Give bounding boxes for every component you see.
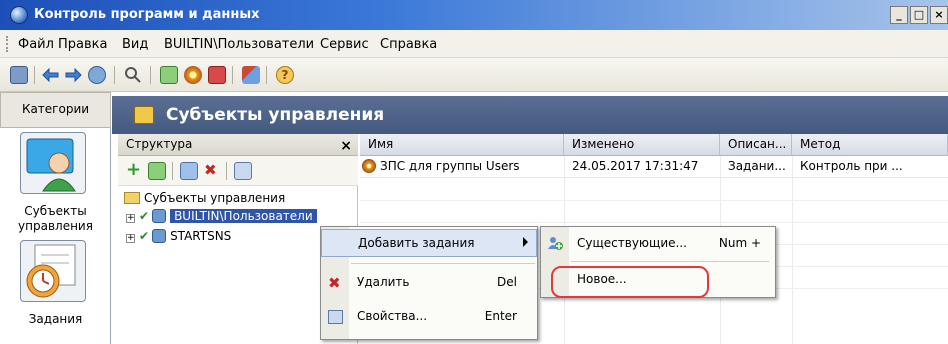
tree-node[interactable]: + ✔ BUILTIN\Пользователи (126, 208, 317, 226)
subjects-header-icon (134, 106, 154, 124)
menu-item-delete[interactable]: ✖ Удалить Del (321, 269, 537, 297)
expand-icon[interactable]: + (126, 214, 135, 223)
categories-panel: Категории Субъекты управления Задания (0, 92, 111, 344)
app-icon (10, 6, 28, 24)
toolbar-separator (150, 66, 151, 84)
submenu-item-label: Существующие... (577, 236, 687, 250)
toolbar-separator (114, 66, 115, 84)
menu-service[interactable]: Сервис (320, 37, 369, 52)
tree-root-label: Субъекты управления (144, 191, 286, 205)
close-icon[interactable]: × (340, 136, 352, 157)
section-header: Субъекты управления (112, 96, 948, 134)
tree-node-label: BUILTIN\Пользователи (170, 209, 317, 223)
save-icon[interactable] (10, 66, 28, 84)
properties-icon (328, 310, 343, 324)
menu-item-add-tasks[interactable]: Добавить задания (321, 229, 537, 257)
table-row[interactable]: ЗПС для группы Users 24.05.2017 17:31:47… (360, 156, 948, 178)
tree-node-label: STARTSNS (170, 229, 232, 243)
add-icon[interactable]: + (126, 161, 144, 180)
menu-item-label: Свойства... (357, 309, 428, 323)
cell-description: Задани... (728, 159, 786, 173)
toolbar-separator (172, 162, 173, 180)
group-icon (152, 209, 167, 223)
menu-separator (351, 263, 535, 264)
section-title: Субъекты управления (166, 105, 385, 125)
user-icon (152, 229, 167, 243)
window-controls: _ □ × (888, 6, 948, 24)
menu-item-shortcut: Enter (484, 309, 517, 323)
check-icon: ✔ (139, 209, 150, 223)
categories-tab[interactable]: Категории (0, 92, 111, 128)
menubar-grip (6, 36, 9, 52)
grid-header: Имя Изменено Описан... Метод (360, 134, 948, 156)
menu-item-shortcut: Del (497, 275, 517, 289)
task-gear-icon (362, 159, 376, 173)
tasks-clock-icon[interactable] (20, 240, 86, 302)
tools-icon[interactable] (242, 66, 260, 84)
toolbar: ? (0, 58, 948, 92)
cell-modified: 24.05.2017 17:31:47 (572, 159, 699, 173)
toolbar-separator (232, 66, 233, 84)
category-label-subjects[interactable]: Субъекты управления (0, 204, 111, 234)
grid-divider (360, 222, 948, 223)
column-header-modified[interactable]: Изменено (564, 134, 720, 156)
context-menu: Добавить задания ✖ Удалить Del Свойства.… (320, 226, 538, 340)
link-subject-icon[interactable] (180, 162, 198, 180)
check-icon: ✔ (139, 229, 150, 243)
column-header-name[interactable]: Имя (360, 134, 564, 156)
cell-name-text: ЗПС для группы Users (380, 159, 520, 173)
highlight-annotation (551, 266, 709, 298)
menu-item-label: Добавить задания (358, 236, 475, 250)
menu-edit[interactable]: Правка (58, 37, 107, 52)
toolbar-separator (266, 66, 267, 84)
menu-separator (571, 261, 769, 262)
menu-help[interactable]: Справка (380, 37, 437, 52)
delete-icon[interactable]: ✖ (204, 162, 222, 180)
menu-bar: Файл Правка Вид BUILTIN\Пользователи Сер… (0, 30, 948, 58)
report-icon[interactable] (208, 66, 226, 84)
submenu-item-shortcut: Num + (718, 236, 761, 250)
structure-header: Структура × (118, 134, 358, 156)
expand-icon[interactable]: + (126, 234, 135, 243)
maximize-button[interactable]: □ (910, 6, 928, 24)
structure-title: Структура (126, 137, 193, 151)
cell-name: ЗПС для группы Users (360, 156, 564, 178)
properties-icon[interactable] (234, 162, 252, 180)
submenu-arrow-icon (523, 237, 528, 247)
forward-arrow-icon[interactable] (64, 66, 82, 84)
close-button[interactable]: × (930, 6, 948, 24)
column-header-method[interactable]: Метод (792, 134, 948, 156)
menu-item-properties[interactable]: Свойства... Enter (321, 303, 537, 331)
user-subjects-icon[interactable] (20, 132, 86, 194)
existing-task-icon (547, 235, 563, 251)
delete-icon: ✖ (328, 274, 341, 292)
title-bar[interactable]: Контроль программ и данных _ □ × (0, 0, 948, 30)
grid-divider (360, 200, 948, 201)
help-icon[interactable]: ? (276, 66, 294, 84)
submenu-item-existing[interactable]: Существующие... Num + (541, 229, 775, 259)
folder-icon (124, 192, 140, 204)
add-subject-icon[interactable] (148, 162, 166, 180)
back-arrow-icon[interactable] (42, 66, 60, 84)
tree-root[interactable]: Субъекты управления (124, 190, 285, 208)
column-header-description[interactable]: Описан... (720, 134, 792, 156)
toolbar-separator (226, 162, 227, 180)
window-title: Контроль программ и данных (34, 7, 260, 22)
tree-node[interactable]: + ✔ STARTSNS (126, 228, 231, 246)
home-icon[interactable] (88, 66, 106, 84)
menu-item-label: Удалить (357, 275, 410, 289)
cell-method: Контроль при ... (800, 159, 903, 173)
menu-view[interactable]: Вид (122, 37, 148, 52)
category-label-tasks[interactable]: Задания (0, 312, 111, 327)
minimize-button[interactable]: _ (890, 6, 908, 24)
menu-file[interactable]: Файл (18, 37, 54, 52)
search-icon[interactable] (124, 66, 142, 84)
structure-toolbar: + ✖ (118, 156, 358, 186)
toolbar-separator (34, 66, 35, 84)
gear-icon[interactable] (184, 66, 202, 84)
menu-builtin-users[interactable]: BUILTIN\Пользователи (164, 37, 314, 52)
add-user-icon[interactable] (160, 66, 178, 84)
grid-divider (792, 156, 793, 344)
